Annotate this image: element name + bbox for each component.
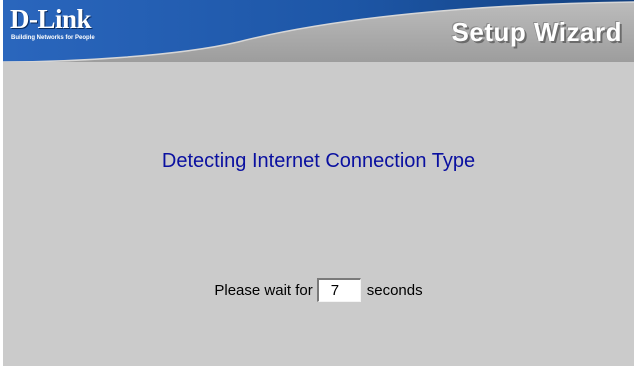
detecting-connection-heading: Detecting Internet Connection Type: [161, 150, 476, 172]
wizard-window: D-Link Building Networks for People Setu…: [3, 0, 634, 366]
setup-wizard-title: Setup Wizard: [451, 17, 622, 47]
wait-prefix-label: Please wait for: [214, 281, 313, 299]
brand-tagline: Building Networks for People: [11, 35, 95, 41]
wait-countdown-row: Please wait for seconds: [3, 274, 634, 306]
dlink-logo: D-Link Building Networks for People: [10, 4, 95, 42]
wait-suffix-label: seconds: [366, 281, 423, 299]
countdown-field[interactable]: [316, 278, 361, 302]
header-banner: D-Link Building Networks for People Setu…: [3, 0, 634, 62]
brand-name: D-Link: [10, 4, 92, 34]
